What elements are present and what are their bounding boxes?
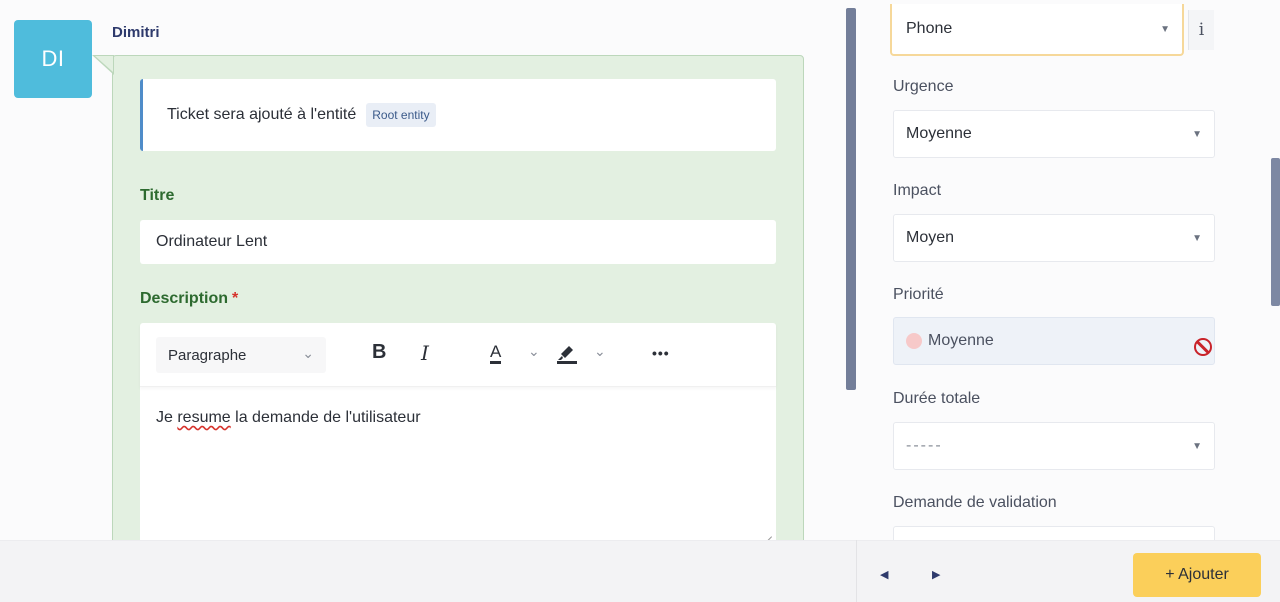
italic-button[interactable]: I [421, 341, 429, 365]
impact-value: Moyen [906, 229, 955, 246]
impact-label: Impact [893, 182, 942, 199]
urgence-select[interactable]: Moyenne ▼ [893, 110, 1215, 158]
priorite-field: Moyenne [893, 317, 1215, 365]
caret-down-icon: ▼ [1192, 129, 1202, 140]
request-source-value: Phone [906, 20, 953, 37]
avatar: DI [14, 20, 92, 98]
title-label: Titre [140, 187, 175, 204]
highlight-button[interactable] [554, 339, 580, 371]
duree-label: Durée totale [893, 390, 981, 407]
description-editor[interactable]: Paragraphe ⌄ B I A ⌄ ⌄ ••• Je resume la … [140, 323, 776, 548]
duree-value: ----- [906, 437, 943, 454]
caret-down-icon: ▼ [1192, 441, 1202, 452]
chevron-down-icon[interactable]: ⌄ [528, 343, 540, 360]
text-color-button[interactable]: A [490, 343, 502, 364]
info-button[interactable]: i [1188, 10, 1214, 50]
highlighter-icon [557, 346, 577, 364]
entity-badge: Root entity [366, 103, 436, 127]
editor-text-start: Je [156, 409, 178, 426]
priorite-value: Moyenne [928, 332, 994, 349]
author-name: Dimitri [112, 24, 160, 41]
caret-down-icon: ▼ [1160, 24, 1170, 35]
chevron-down-icon[interactable]: ⌄ [594, 343, 606, 360]
description-label: Description [140, 290, 229, 307]
caret-down-icon: ▼ [1192, 233, 1202, 244]
entity-notice: Ticket sera ajouté à l'entité Root entit… [140, 79, 776, 151]
required-mark: * [232, 290, 239, 307]
paragraph-select[interactable]: Paragraphe ⌄ [156, 337, 326, 373]
bold-button[interactable]: B [372, 341, 386, 364]
chevron-down-icon: ⌄ [302, 345, 314, 361]
duree-select[interactable]: ----- ▼ [893, 422, 1215, 470]
scrollbar-thumb[interactable] [1271, 158, 1280, 306]
paragraph-select-value: Paragraphe [168, 346, 247, 364]
editor-content[interactable]: Je resume la demande de l'utilisateur [156, 409, 421, 427]
entity-notice-text: Ticket sera ajouté à l'entité [167, 106, 357, 123]
ban-icon[interactable] [1194, 338, 1212, 356]
priority-dot-icon [906, 333, 922, 349]
add-button[interactable]: + Ajouter [1133, 553, 1261, 597]
next-arrow-icon[interactable]: ▶ [932, 568, 940, 581]
more-options-button[interactable]: ••• [652, 345, 670, 361]
misspelled-word[interactable]: resume [177, 409, 230, 426]
title-input[interactable]: Ordinateur Lent [140, 220, 776, 264]
ticket-form-screen: DI Dimitri Ticket sera ajouté à l'entité… [0, 0, 1280, 602]
footer-bar [0, 540, 1280, 602]
bubble-tail-inner [95, 56, 113, 72]
previous-arrow-icon[interactable]: ◀ [880, 568, 888, 581]
request-source-select[interactable]: Phone ▼ [890, 4, 1184, 56]
footer-separator [856, 540, 857, 602]
urgence-label: Urgence [893, 78, 954, 95]
validation-select[interactable] [893, 526, 1215, 540]
urgence-value: Moyenne [906, 125, 972, 142]
description-label-row: Description * [140, 290, 238, 308]
priorite-label: Priorité [893, 286, 944, 303]
editor-text-end: la demande de l'utilisateur [230, 409, 421, 426]
panel-divider[interactable] [846, 8, 856, 390]
editor-toolbar: Paragraphe ⌄ B I A ⌄ ⌄ ••• [140, 323, 776, 387]
validation-label: Demande de validation [893, 494, 1057, 511]
impact-select[interactable]: Moyen ▼ [893, 214, 1215, 262]
